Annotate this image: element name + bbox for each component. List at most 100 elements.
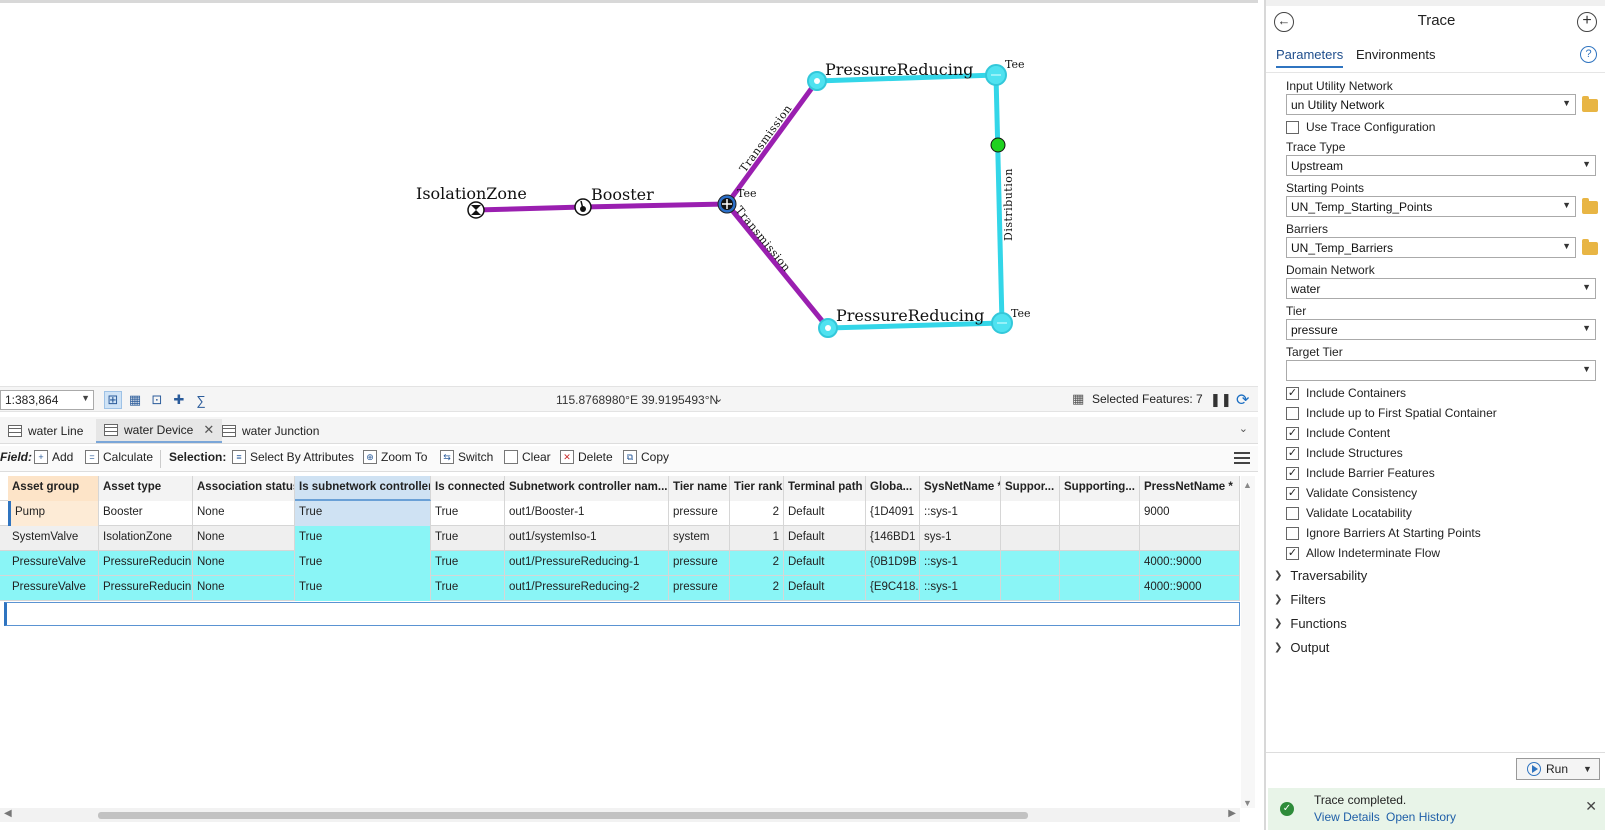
- table-cell[interactable]: True: [295, 501, 431, 526]
- tab-water-device[interactable]: water Device ✕: [96, 419, 223, 443]
- add-field-button[interactable]: + Add: [34, 450, 73, 464]
- tier-select[interactable]: pressure ▼: [1286, 319, 1596, 340]
- folder-icon[interactable]: [1582, 239, 1598, 255]
- map-view[interactable]: IsolationZone Booster PressureReducing P…: [0, 0, 1258, 385]
- table-row[interactable]: Pump Booster None True True out1/Booster…: [0, 501, 1240, 526]
- horizontal-scrollbar[interactable]: ◀ ▶: [0, 808, 1240, 822]
- table-cell[interactable]: True: [295, 551, 431, 576]
- grid-icon[interactable]: ▦: [126, 391, 144, 409]
- table-cell[interactable]: ::sys-1: [920, 576, 1001, 601]
- table-cell[interactable]: 4000::9000: [1140, 576, 1240, 601]
- column-header[interactable]: Is subnetwork controller: [295, 476, 431, 501]
- table-cell[interactable]: [1060, 576, 1140, 601]
- folder-icon[interactable]: [1582, 198, 1598, 214]
- include-first-spatial-container-checkbox[interactable]: Include up to First Spatial Container: [1286, 406, 1497, 420]
- validate-locatability-checkbox[interactable]: Validate Locatability: [1286, 506, 1412, 520]
- table-cell[interactable]: 2: [730, 501, 784, 526]
- line-isolation-booster[interactable]: [475, 204, 584, 213]
- checkbox-box[interactable]: ✓: [1286, 466, 1299, 480]
- include-structures-checkbox[interactable]: ✓ Include Structures: [1286, 446, 1403, 460]
- crosshair-icon[interactable]: ✚: [170, 391, 188, 409]
- checkbox-box[interactable]: ✓: [1286, 546, 1299, 560]
- open-history-link[interactable]: Open History: [1386, 810, 1456, 824]
- table-cell[interactable]: sys-1: [920, 526, 1001, 551]
- column-header[interactable]: Subnetwork controller nam...: [505, 476, 669, 501]
- calculate-button[interactable]: = Calculate: [85, 450, 153, 464]
- table-cell[interactable]: [1001, 576, 1060, 601]
- tee-bottom-right-node[interactable]: [991, 312, 1013, 334]
- column-header[interactable]: Globa...: [866, 476, 920, 501]
- scroll-up-icon[interactable]: ▲: [1243, 480, 1252, 490]
- column-header[interactable]: Asset type: [99, 476, 193, 501]
- table-cell[interactable]: ::sys-1: [920, 501, 1001, 526]
- table-cell[interactable]: PressureValve: [8, 576, 99, 601]
- snapping-icon[interactable]: ⊡: [148, 391, 166, 409]
- starting-point-flag[interactable]: [990, 137, 1006, 153]
- checkbox-box[interactable]: ✓: [1286, 386, 1299, 400]
- scroll-right-icon[interactable]: ▶: [1228, 808, 1236, 819]
- ignore-barriers-checkbox[interactable]: Ignore Barriers At Starting Points: [1286, 526, 1481, 540]
- starting-points-select[interactable]: UN_Temp_Starting_Points ▼: [1286, 196, 1576, 217]
- table-cell[interactable]: [1001, 501, 1060, 526]
- column-header[interactable]: Association status: [193, 476, 295, 501]
- table-cell[interactable]: Booster: [99, 501, 193, 526]
- tab-water-junction[interactable]: water Junction: [214, 419, 327, 443]
- trace-type-select[interactable]: Upstream ▼: [1286, 155, 1596, 176]
- isolation-zone-node[interactable]: [467, 201, 485, 219]
- table-cell[interactable]: None: [193, 526, 295, 551]
- include-containers-checkbox[interactable]: ✓ Include Containers: [1286, 386, 1406, 400]
- table-cell[interactable]: 1: [730, 526, 784, 551]
- table-cell[interactable]: system: [669, 526, 730, 551]
- column-header[interactable]: Tier name: [669, 476, 730, 501]
- table-cell[interactable]: {146BD1: [866, 526, 920, 551]
- line-transmission-upper[interactable]: [724, 79, 820, 206]
- add-circle-icon[interactable]: +: [1577, 12, 1597, 32]
- copy-button[interactable]: ⧉ Copy: [623, 450, 669, 464]
- checkbox-box[interactable]: [1286, 506, 1299, 520]
- network-map[interactable]: IsolationZone Booster PressureReducing P…: [0, 3, 1258, 388]
- table-cell[interactable]: Default: [784, 526, 866, 551]
- validate-consistency-checkbox[interactable]: ✓ Validate Consistency: [1286, 486, 1417, 500]
- table-cell[interactable]: [1001, 526, 1060, 551]
- folder-icon[interactable]: [1582, 96, 1598, 112]
- tab-environments[interactable]: Environments: [1356, 47, 1435, 62]
- delete-button[interactable]: ✕ Delete: [560, 450, 613, 464]
- table-row[interactable]: PressureValve PressureReducin None True …: [0, 576, 1240, 601]
- table-cell[interactable]: pressure: [669, 551, 730, 576]
- scroll-down-icon[interactable]: ▼: [1243, 798, 1252, 808]
- table-cell[interactable]: SystemValve: [8, 526, 99, 551]
- clear-button[interactable]: Clear: [504, 450, 551, 464]
- table-cell[interactable]: out1/Booster-1: [505, 501, 669, 526]
- table-cell[interactable]: True: [431, 501, 505, 526]
- table-cell[interactable]: pressure: [669, 501, 730, 526]
- scrollbar-thumb[interactable]: [98, 812, 1028, 819]
- table-cell[interactable]: True: [431, 526, 505, 551]
- section-filters[interactable]: ❯ Filters: [1274, 592, 1326, 607]
- domain-network-select[interactable]: water ▼: [1286, 278, 1596, 299]
- table-cell[interactable]: 9000: [1140, 501, 1240, 526]
- table-cell[interactable]: [1060, 551, 1140, 576]
- select-by-attributes-button[interactable]: ≡ Select By Attributes: [232, 450, 354, 464]
- column-header[interactable]: SysNetName *: [920, 476, 1001, 501]
- table-cell[interactable]: {1D4091: [866, 501, 920, 526]
- table-cell[interactable]: None: [193, 551, 295, 576]
- table-cell[interactable]: Default: [784, 501, 866, 526]
- column-header[interactable]: Asset group: [8, 476, 99, 501]
- checkbox-box[interactable]: [1286, 526, 1299, 540]
- refresh-icon[interactable]: ⟳: [1236, 390, 1254, 409]
- include-barrier-features-checkbox[interactable]: ✓ Include Barrier Features: [1286, 466, 1435, 480]
- allow-indeterminate-flow-checkbox[interactable]: ✓ Allow Indeterminate Flow: [1286, 546, 1440, 560]
- column-header[interactable]: Tier rank: [730, 476, 784, 501]
- checkbox-box[interactable]: [1286, 120, 1299, 134]
- checkbox-box[interactable]: ✓: [1286, 486, 1299, 500]
- attribute-table[interactable]: Asset group Asset type Association statu…: [0, 476, 1240, 601]
- input-utility-network-select[interactable]: un Utility Network ▼: [1286, 94, 1576, 115]
- section-traversability[interactable]: ❯ Traversability: [1274, 568, 1367, 583]
- tab-parameters[interactable]: Parameters: [1276, 47, 1344, 68]
- table-cell[interactable]: 4000::9000: [1140, 551, 1240, 576]
- barriers-select[interactable]: UN_Temp_Barriers ▼: [1286, 237, 1576, 258]
- table-cell[interactable]: PressureReducin: [99, 551, 193, 576]
- table-cell[interactable]: PressureReducin: [99, 576, 193, 601]
- table-cell[interactable]: 2: [730, 576, 784, 601]
- chevron-down-icon[interactable]: ⌄: [714, 392, 723, 405]
